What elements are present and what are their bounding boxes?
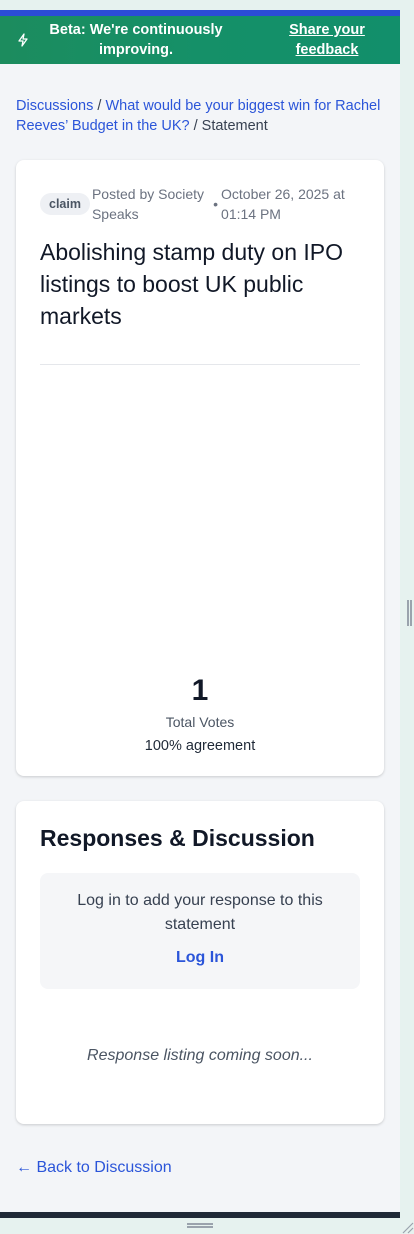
page: Beta: We're continuously improving. Shar… <box>0 16 400 1212</box>
login-button[interactable]: Log In <box>176 949 224 967</box>
bolt-icon <box>0 33 46 47</box>
breadcrumb-separator: / <box>193 118 198 134</box>
meta-separator: • <box>213 196 219 212</box>
vote-stats: 1 Total Votes 100% agreement <box>16 672 384 754</box>
statement-card: claim Posted by Society Speaks • October… <box>16 160 384 776</box>
agreement-percentage: 100% agreement <box>144 738 256 754</box>
footer-bar <box>0 1212 400 1218</box>
responses-placeholder: Response listing coming soon... <box>87 1047 313 1064</box>
posted-date: October 26, 2025 at 01:14 PM <box>221 186 345 222</box>
breadcrumb-current: Statement <box>201 118 268 134</box>
beta-message: Beta: We're continuously improving. <box>49 22 223 58</box>
statement-meta: claim Posted by Society Speaks • October… <box>40 184 370 224</box>
divider <box>40 364 360 365</box>
breadcrumb-discussions[interactable]: Discussions <box>16 98 93 114</box>
total-votes-count: 1 <box>191 674 209 707</box>
breadcrumb: Discussions / What would be your biggest… <box>0 64 400 136</box>
statement-title: Abolishing stamp duty on IPO listings to… <box>40 239 343 329</box>
login-prompt-box: Log in to add your response to this stat… <box>40 873 360 989</box>
horizontal-resize-handle[interactable] <box>187 1223 213 1228</box>
back-to-discussion-link[interactable]: ← Back to Discussion <box>16 1159 172 1177</box>
total-votes-label: Total Votes <box>165 714 235 730</box>
responses-card: Responses & Discussion Log in to add you… <box>16 801 384 1124</box>
breadcrumb-separator: / <box>97 98 102 114</box>
login-prompt-text: Log in to add your response to this stat… <box>77 892 323 933</box>
responses-title: Responses & Discussion <box>40 825 315 851</box>
beta-banner: Beta: We're continuously improving. Shar… <box>0 16 400 64</box>
share-feedback-link[interactable]: Share your feedback <box>272 20 382 60</box>
browser-top-strip <box>0 0 414 10</box>
posted-by: Posted by Society Speaks <box>91 186 205 222</box>
resize-corner-icon[interactable] <box>400 1220 414 1234</box>
vertical-resize-handle[interactable] <box>407 600 412 626</box>
claim-badge: claim <box>40 193 90 215</box>
